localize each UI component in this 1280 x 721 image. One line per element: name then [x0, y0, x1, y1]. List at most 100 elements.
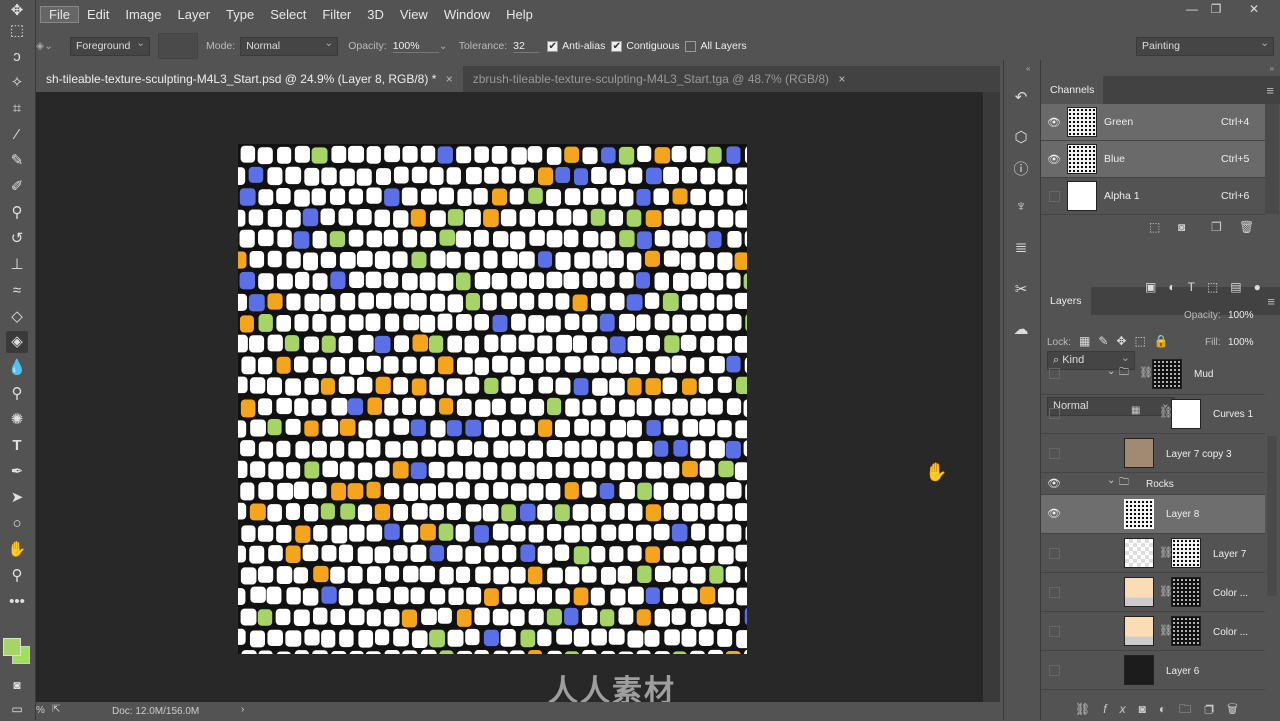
- quick-mask-icon[interactable]: ◙: [6, 674, 28, 696]
- layer-row-layer-7-copy-3[interactable]: Layer 7 copy 3: [1041, 434, 1265, 473]
- menu-3d[interactable]: 3D: [359, 7, 392, 22]
- mode-dropdown[interactable]: Normal: [240, 36, 339, 56]
- layer-opacity-input[interactable]: 100%: [1228, 310, 1254, 321]
- zoom-readout[interactable]: %: [36, 705, 45, 716]
- visibility-toggle[interactable]: [1049, 448, 1060, 459]
- menu-window[interactable]: Window: [436, 7, 498, 22]
- all-layers-checkbox[interactable]: [685, 40, 697, 52]
- load-selection-icon[interactable]: ⬚: [1149, 220, 1160, 234]
- layers-tab[interactable]: Layers: [1041, 287, 1091, 315]
- path-selection-icon[interactable]: ➤: [6, 487, 28, 509]
- type-tool-icon[interactable]: T: [6, 435, 28, 457]
- eye-icon[interactable]: 👁: [1047, 116, 1061, 129]
- art-history-brush-icon[interactable]: ≈: [6, 280, 28, 302]
- visibility-toggle[interactable]: [1049, 368, 1060, 379]
- menu-filter[interactable]: Filter: [314, 7, 359, 22]
- new-channel-icon[interactable]: ❐: [1211, 220, 1222, 234]
- clone-source-icon[interactable]: ≣: [1010, 238, 1032, 260]
- sponge-tool-icon[interactable]: ✺: [6, 409, 28, 431]
- collapse-icon[interactable]: «: [1026, 64, 1030, 73]
- stamp-tool-icon[interactable]: ⊥: [6, 254, 28, 276]
- visibility-toggle[interactable]: [1049, 191, 1060, 202]
- tolerance-input[interactable]: 32: [513, 40, 540, 53]
- hand-tool-icon[interactable]: ✋: [6, 539, 28, 561]
- fill-source-dropdown[interactable]: Foreground: [70, 36, 150, 56]
- brush-presets-icon[interactable]: ♆: [1010, 198, 1032, 220]
- screen-mode-icon[interactable]: ▭: [6, 698, 28, 720]
- tool-presets-icon[interactable]: ✂: [1010, 280, 1032, 302]
- panel-menu-icon[interactable]: ≡: [1266, 83, 1274, 98]
- channel-row[interactable]: Alpha 1 Ctrl+6: [1041, 178, 1265, 215]
- anti-alias-checkbox[interactable]: ✔: [547, 40, 559, 52]
- close-button[interactable]: ✕: [1242, 2, 1266, 16]
- menu-help[interactable]: Help: [498, 7, 541, 22]
- restore-button[interactable]: ❐: [1204, 2, 1228, 16]
- tab-close-icon[interactable]: ×: [838, 72, 845, 86]
- menu-view[interactable]: View: [392, 7, 436, 22]
- pattern-picker[interactable]: [158, 33, 198, 59]
- fill-input[interactable]: 100%: [1228, 337, 1254, 348]
- magic-wand-tool-icon[interactable]: ✧: [6, 72, 28, 94]
- eye-icon[interactable]: 👁: [1047, 153, 1061, 166]
- panel-menu-icon[interactable]: ≡: [1267, 294, 1275, 309]
- eraser-tool-icon[interactable]: ◇: [6, 306, 28, 328]
- visibility-toggle[interactable]: [1049, 548, 1060, 559]
- move-tool-icon[interactable]: ✥: [6, 0, 28, 22]
- lasso-tool-icon[interactable]: ↄ: [6, 46, 28, 68]
- channel-row[interactable]: 👁 Blue Ctrl+5: [1041, 141, 1265, 178]
- ellipse-tool-icon[interactable]: ○: [6, 513, 28, 535]
- tab-close-icon[interactable]: ×: [446, 72, 453, 86]
- layer-row-layer-6[interactable]: Layer 6: [1041, 651, 1265, 690]
- 3d-panel-icon[interactable]: ⬡: [1010, 128, 1032, 150]
- tool-preset-icon[interactable]: ◈⌄: [36, 40, 66, 52]
- more-tools-icon[interactable]: •••: [6, 591, 28, 613]
- chevron-down-icon[interactable]: ⌄: [1107, 475, 1115, 486]
- contiguous-checkbox[interactable]: ✔: [611, 40, 623, 52]
- channels-scrollbar[interactable]: [1265, 104, 1279, 214]
- layer-row-color-fill[interactable]: ⛓ Color ...: [1041, 612, 1265, 651]
- layers-scrollbar[interactable]: [1267, 436, 1277, 596]
- menu-type[interactable]: Type: [218, 7, 262, 22]
- vertical-scrollbar[interactable]: [983, 92, 1000, 702]
- save-selection-icon[interactable]: ◙: [1178, 220, 1185, 234]
- workspace-dropdown[interactable]: Painting: [1136, 36, 1274, 56]
- crop-tool-icon[interactable]: ⌗: [6, 98, 28, 120]
- menu-select[interactable]: Select: [262, 7, 314, 22]
- delete-channel-icon[interactable]: 🗑: [1239, 220, 1254, 234]
- layer-row-curves[interactable]: ▦ ⛓ Curves 1: [1041, 395, 1265, 434]
- channel-row[interactable]: 👁 Green Ctrl+4: [1041, 104, 1265, 141]
- history-brush-icon[interactable]: ↺: [6, 228, 28, 250]
- image-canvas[interactable]: [230, 144, 761, 670]
- paint-bucket-tool-icon[interactable]: ◈: [6, 331, 28, 353]
- layer-row-color-fill[interactable]: ⛓ Color ...: [1041, 573, 1265, 612]
- eye-icon[interactable]: 👁: [1047, 507, 1061, 520]
- pen-tool-icon[interactable]: ✒: [6, 461, 28, 483]
- channels-tab[interactable]: Channels: [1041, 76, 1104, 104]
- eyedropper-tool-icon[interactable]: ⁄: [6, 124, 28, 146]
- foreground-color-swatch[interactable]: [3, 638, 21, 656]
- opacity-input[interactable]: 100%: [392, 40, 439, 53]
- cc-libraries-icon[interactable]: ☁: [1010, 320, 1032, 342]
- clone-stamp-icon[interactable]: ⚲: [6, 202, 28, 224]
- blur-tool-icon[interactable]: 💧: [6, 357, 28, 379]
- menu-image[interactable]: Image: [117, 7, 169, 22]
- visibility-toggle[interactable]: [1049, 665, 1060, 676]
- lock-icons[interactable]: ▦✎✥⬚🔒: [1079, 334, 1177, 348]
- share-icon[interactable]: ⇱: [52, 704, 60, 715]
- opacity-chevron-icon[interactable]: ⌄: [439, 40, 459, 52]
- dodge-tool-icon[interactable]: ⚲: [6, 383, 28, 405]
- brush-tool-icon[interactable]: ✐: [6, 176, 28, 198]
- link-icon[interactable]: ⛓: [1139, 366, 1153, 379]
- layer-row-rocks[interactable]: 👁 ⌄ 🗀 Rocks: [1041, 473, 1265, 495]
- visibility-toggle[interactable]: [1049, 587, 1060, 598]
- minimize-button[interactable]: —: [1180, 2, 1204, 16]
- zoom-tool-icon[interactable]: ⚲: [6, 565, 28, 587]
- eye-icon[interactable]: 👁: [1047, 477, 1061, 490]
- layer-filter-icons[interactable]: ▣◐T⬚▤●: [1145, 280, 1273, 294]
- info-panel-icon[interactable]: ⓘ: [1010, 158, 1032, 180]
- menu-layer[interactable]: Layer: [170, 7, 219, 22]
- tab-psd-document[interactable]: sh-tileable-texture-sculpting-M4L3_Start…: [36, 66, 463, 92]
- history-panel-icon[interactable]: ↶: [1010, 88, 1032, 110]
- marquee-tool-icon[interactable]: ⬚: [6, 20, 28, 42]
- menu-file[interactable]: File: [40, 5, 79, 23]
